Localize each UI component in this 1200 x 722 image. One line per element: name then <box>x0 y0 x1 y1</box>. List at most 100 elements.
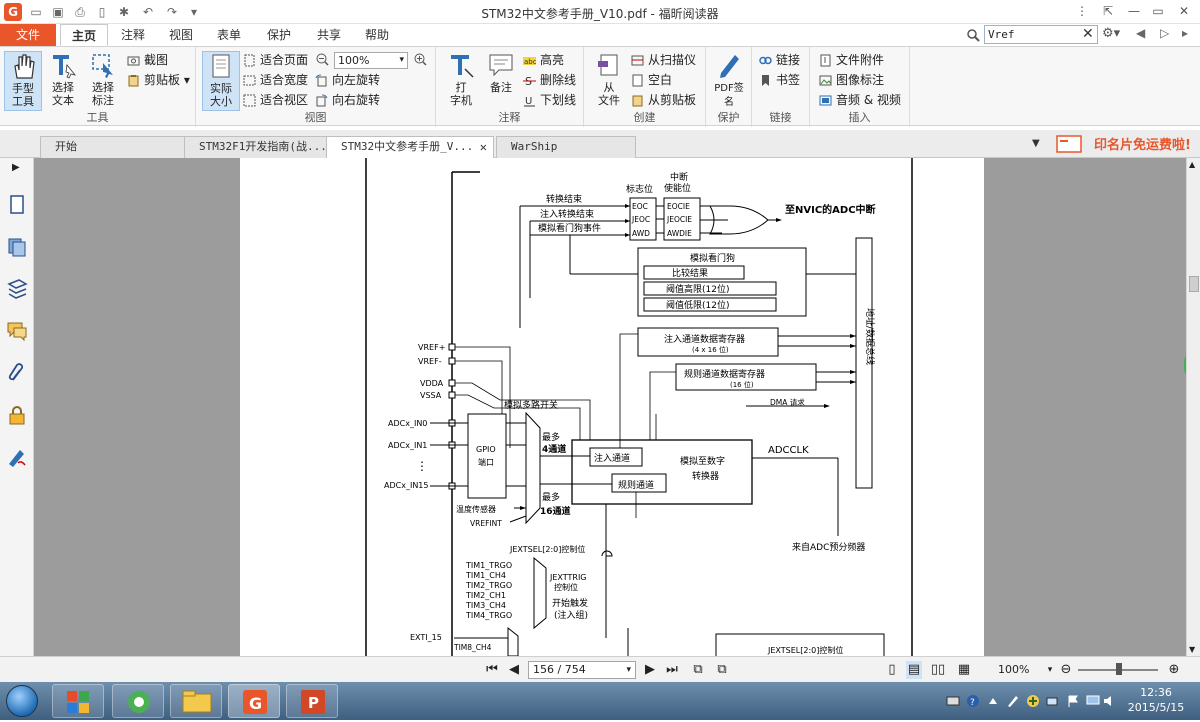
expand-panel-icon[interactable]: ▶ <box>12 162 20 173</box>
taskbar-app-1[interactable] <box>52 684 104 718</box>
taskbar-foxit-reader[interactable]: G <box>228 684 280 718</box>
bookmarks-panel-icon[interactable] <box>6 278 28 300</box>
menu-home[interactable]: 主页 <box>60 24 108 46</box>
fit-view-button[interactable]: 适合视区 <box>242 91 308 110</box>
underline-button[interactable]: U 下划线 <box>522 91 576 110</box>
menu-comment[interactable]: 注释 <box>110 24 156 46</box>
select-annotation-button[interactable]: 选择 标注 <box>84 51 122 111</box>
taskbar-app-2[interactable] <box>112 684 164 718</box>
image-annotation-button[interactable]: 图像标注 <box>818 71 884 90</box>
search-icon[interactable] <box>966 28 982 42</box>
business-card-icon[interactable] <box>1056 135 1082 153</box>
search-input[interactable]: Vref <box>984 25 1098 44</box>
zoom-out-status-icon[interactable]: ⊖ <box>1058 661 1074 679</box>
next-page-icon[interactable]: ▶ <box>642 661 658 679</box>
keyboard-tray-icon[interactable] <box>946 694 960 708</box>
clipboard-button[interactable]: 剪贴板 ▾ <box>126 71 190 90</box>
scroll-thumb[interactable] <box>1189 276 1199 292</box>
arrow-tray-icon[interactable] <box>986 694 1000 708</box>
actual-size-button[interactable]: 实际 大小 <box>202 51 240 111</box>
zoom-level[interactable]: 100% <box>998 663 1029 676</box>
start-button[interactable] <box>6 685 38 717</box>
page-number-field[interactable]: 156 / 754 ▾ <box>528 661 636 679</box>
menu-share[interactable]: 共享 <box>306 24 352 46</box>
tab-dev-guide[interactable]: STM32F1开发指南(战... <box>184 136 328 158</box>
menu-file[interactable]: 文件 <box>0 24 56 46</box>
pdf-sign-button[interactable]: PDF签 名 <box>710 51 748 111</box>
highlight-button[interactable]: abc 高亮 <box>522 51 564 70</box>
first-page-icon[interactable]: ⏮ <box>484 661 500 679</box>
link-button[interactable]: 链接 <box>758 51 800 70</box>
tab-warship[interactable]: WarShip STM32F1_V3... <box>496 136 636 173</box>
taskbar-powerpoint[interactable]: P <box>286 684 338 718</box>
flag-tray-icon[interactable] <box>1066 694 1080 708</box>
system-clock[interactable]: 12:36 2015/5/15 <box>1118 685 1194 715</box>
menu-protect[interactable]: 保护 <box>254 24 304 46</box>
from-scanner-button[interactable]: 从扫描仪 <box>630 51 696 70</box>
strikeout-button[interactable]: S 删除线 <box>522 71 576 90</box>
fit-page-button[interactable]: 适合页面 <box>242 51 308 70</box>
clear-search-icon[interactable]: ✕ <box>1082 26 1094 42</box>
network-tray-icon[interactable] <box>1046 694 1060 708</box>
screenshot-button[interactable]: 截图 <box>126 51 168 70</box>
next-view-icon[interactable]: ⧉ <box>714 661 730 679</box>
continuous-page-icon[interactable]: ▤ <box>906 661 922 679</box>
menu-form[interactable]: 表单 <box>206 24 252 46</box>
taskbar-explorer[interactable] <box>170 684 222 718</box>
next-result-icon[interactable]: ▷ <box>1160 26 1169 40</box>
prev-result-icon[interactable]: ◀ <box>1136 26 1145 40</box>
zoom-out-icon[interactable] <box>316 53 329 66</box>
file-attachment-button[interactable]: 文件附件 <box>818 51 884 70</box>
rotate-right-button[interactable]: 向右旋转 <box>314 91 380 110</box>
scroll-up-icon[interactable]: ▲ <box>1189 160 1195 169</box>
add-tray-icon[interactable] <box>1026 694 1040 708</box>
zoom-in-status-icon[interactable]: ⊕ <box>1166 661 1182 679</box>
comments-panel-icon[interactable] <box>6 320 28 342</box>
last-page-icon[interactable]: ⏭ <box>664 661 680 679</box>
note-button[interactable]: 备注 <box>482 51 520 111</box>
scroll-down-icon[interactable]: ▼ <box>1189 645 1195 654</box>
maximize-icon[interactable]: ▭ <box>1148 2 1168 20</box>
help-tray-icon[interactable]: ? <box>966 694 980 708</box>
rotate-left-button[interactable]: 向左旋转 <box>314 71 380 90</box>
vertical-scrollbar[interactable]: ▲ ▼ <box>1186 158 1200 656</box>
restore-icon[interactable]: ⇱ <box>1098 2 1118 20</box>
hand-tool-button[interactable]: 手型 工具 <box>4 51 42 111</box>
pen-tray-icon[interactable] <box>1006 694 1020 708</box>
promo-banner[interactable]: 印名片免运费啦! <box>1094 134 1191 153</box>
menu-help[interactable]: 帮助 <box>354 24 400 46</box>
security-lock-icon[interactable] <box>6 404 28 426</box>
blank-button[interactable]: 空白 <box>630 71 672 90</box>
zoom-slider-thumb[interactable] <box>1116 663 1122 675</box>
menu-view[interactable]: 视图 <box>158 24 204 46</box>
monitor-tray-icon[interactable] <box>1086 694 1100 708</box>
zoom-in-icon[interactable] <box>414 53 427 66</box>
previous-page-icon[interactable]: ◀ <box>506 661 522 679</box>
layers-icon[interactable] <box>6 236 28 258</box>
from-file-button[interactable]: 从 文件 <box>590 51 628 111</box>
continuous-facing-icon[interactable]: ▦ <box>956 661 972 679</box>
minimize-icon[interactable]: — <box>1124 2 1144 20</box>
typewriter-button[interactable]: 打 字机 <box>442 51 480 111</box>
pages-icon[interactable] <box>6 194 28 216</box>
close-icon[interactable]: ✕ <box>1174 2 1194 20</box>
volume-tray-icon[interactable] <box>1102 694 1116 708</box>
tab-list-dropdown-icon[interactable]: ▼ <box>1032 138 1040 149</box>
tab-start[interactable]: 开始 <box>40 136 186 158</box>
tab-reference-manual[interactable]: STM32中文参考手册_V... ✕ <box>326 136 494 159</box>
zoom-select[interactable]: 100% ▾ <box>334 52 408 69</box>
search-options-icon[interactable]: ▸ <box>1182 26 1188 40</box>
select-text-button[interactable]: 选择 文本 <box>44 51 82 111</box>
previous-view-icon[interactable]: ⧉ <box>690 661 706 679</box>
settings-gear-icon[interactable]: ⚙▾ <box>1102 26 1120 41</box>
attachments-panel-icon[interactable] <box>6 362 28 384</box>
fit-width-button[interactable]: 适合宽度 <box>242 71 308 90</box>
zoom-dropdown-icon[interactable]: ▾ <box>1042 661 1058 679</box>
from-clipboard-button[interactable]: 从剪贴板 <box>630 91 696 110</box>
signature-panel-icon[interactable] <box>6 446 28 468</box>
facing-page-icon[interactable]: ▯▯ <box>930 661 946 679</box>
close-tab-icon[interactable]: ✕ <box>480 137 487 157</box>
single-page-icon[interactable]: ▯ <box>884 661 900 679</box>
audio-video-button[interactable]: 音频 & 视频 <box>818 91 901 110</box>
ribbon-toggle-icon[interactable]: ⋮ <box>1072 2 1092 20</box>
